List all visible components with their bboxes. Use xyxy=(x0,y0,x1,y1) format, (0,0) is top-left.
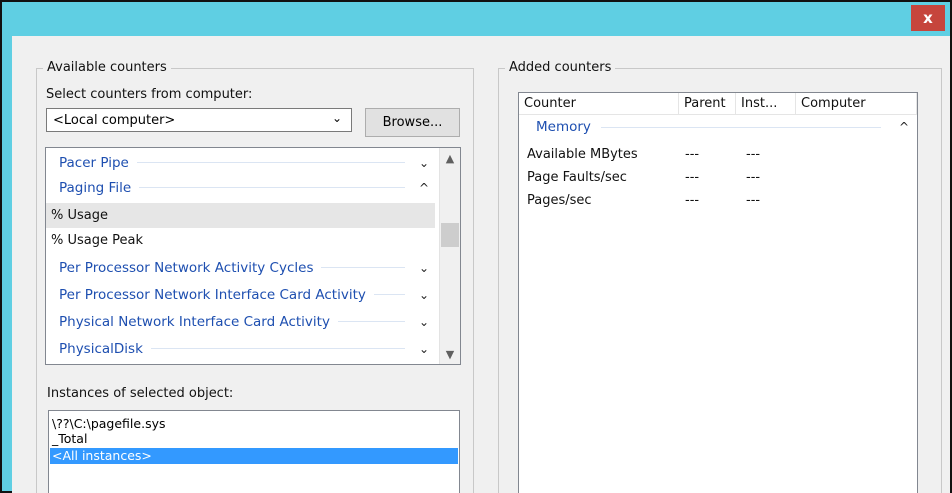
added-counter-instance: --- xyxy=(746,193,761,208)
counter-category-label: Pacer Pipe xyxy=(59,154,129,171)
chevron-down-icon[interactable]: ⌄ xyxy=(413,315,435,329)
counter-item-usage[interactable]: % Usage xyxy=(46,203,435,228)
counter-category-label: PhysicalDisk xyxy=(59,340,143,357)
dialog-client-area: Available counters Select counters from … xyxy=(12,36,950,493)
chevron-down-icon[interactable]: ⌄ xyxy=(413,156,435,170)
added-counter-parent: --- xyxy=(685,170,700,185)
close-button[interactable]: x xyxy=(911,5,945,31)
category-divider xyxy=(373,294,405,295)
added-category-memory[interactable]: Memory ^ xyxy=(519,115,917,139)
title-bar[interactable]: x xyxy=(2,2,950,36)
column-header-parent[interactable]: Parent xyxy=(679,93,736,115)
category-divider xyxy=(321,267,405,268)
added-category-label: Memory xyxy=(536,119,591,135)
chevron-up-icon[interactable]: ^ xyxy=(891,120,917,134)
column-header-computer[interactable]: Computer xyxy=(796,93,917,115)
column-header-instance[interactable]: Inst... xyxy=(736,93,796,115)
instances-label: Instances of selected object: xyxy=(47,386,234,401)
added-counter-instance: --- xyxy=(746,170,761,185)
added-counter-parent: --- xyxy=(685,147,700,162)
added-counters-header: Counter Parent Inst... Computer xyxy=(519,93,917,115)
scrollbar-thumb[interactable] xyxy=(441,223,459,247)
counter-category-per-processor-nic-activity[interactable]: Per Processor Network Interface Card Act… xyxy=(46,282,435,307)
available-counters-list[interactable]: Pacer Pipe ⌄ Paging File ^ % Usage % Usa… xyxy=(45,147,461,365)
select-computer-label: Select counters from computer: xyxy=(46,87,253,102)
browse-button[interactable]: Browse... xyxy=(365,108,460,137)
category-divider xyxy=(600,126,881,128)
chevron-down-icon[interactable]: ⌄ xyxy=(413,288,435,302)
counter-item-label: % Usage xyxy=(51,208,108,223)
counter-category-physicaldisk[interactable]: PhysicalDisk ⌄ xyxy=(46,336,435,361)
chevron-down-icon[interactable]: ⌄ xyxy=(413,261,435,275)
computer-dropdown-value: <Local computer> xyxy=(53,112,176,128)
added-counter-parent: --- xyxy=(685,193,700,208)
category-divider xyxy=(337,321,405,322)
instance-item[interactable]: _Total xyxy=(50,431,458,447)
added-counter-instance: --- xyxy=(746,147,761,162)
added-counter-row[interactable]: Available MBytes --- --- xyxy=(519,143,917,167)
instance-item[interactable]: \??\C:\pagefile.sys xyxy=(50,416,458,432)
chevron-down-icon[interactable]: ⌄ xyxy=(413,342,435,356)
counter-category-label: Per Processor Network Activity Cycles xyxy=(59,259,314,276)
computer-dropdown[interactable]: <Local computer> ⌄ xyxy=(46,108,352,132)
scroll-up-arrow-icon[interactable]: ▲ xyxy=(440,148,460,168)
category-divider xyxy=(136,162,405,163)
instance-item-selected[interactable]: <All instances> xyxy=(50,448,458,464)
added-counter-name: Pages/sec xyxy=(527,193,592,208)
added-counters-title: Added counters xyxy=(505,60,616,75)
counter-item-usage-peak[interactable]: % Usage Peak xyxy=(46,228,435,253)
counter-category-label: Per Processor Network Interface Card Act… xyxy=(59,286,366,303)
counter-item-label: % Usage Peak xyxy=(51,233,143,248)
category-divider xyxy=(139,187,405,188)
added-counter-name: Available MBytes xyxy=(527,147,638,162)
scroll-down-arrow-icon[interactable]: ▼ xyxy=(440,344,460,364)
dialog-window: x Available counters Select counters fro… xyxy=(0,0,952,493)
added-counter-row[interactable]: Pages/sec --- --- xyxy=(519,189,917,213)
instances-list[interactable]: \??\C:\pagefile.sys _Total <All instance… xyxy=(48,410,460,493)
chevron-up-icon[interactable]: ^ xyxy=(413,181,435,195)
counter-list-scrollbar[interactable]: ▲ ▼ xyxy=(439,148,460,364)
counter-category-physical-nic-activity[interactable]: Physical Network Interface Card Activity… xyxy=(46,309,435,334)
counter-category-label: Physical Network Interface Card Activity xyxy=(59,313,330,330)
added-counter-name: Page Faults/sec xyxy=(527,170,627,185)
added-counters-list[interactable]: Counter Parent Inst... Computer Memory ^… xyxy=(518,92,918,493)
category-divider xyxy=(150,348,405,349)
added-counter-row[interactable]: Page Faults/sec --- --- xyxy=(519,166,917,190)
counter-category-label: Paging File xyxy=(59,179,132,196)
chevron-down-icon: ⌄ xyxy=(331,111,342,125)
available-counters-title: Available counters xyxy=(43,60,171,75)
column-header-counter[interactable]: Counter xyxy=(519,93,679,115)
counter-category-per-processor-activity-cycles[interactable]: Per Processor Network Activity Cycles ⌄ xyxy=(46,255,435,280)
counter-category-paging-file[interactable]: Paging File ^ xyxy=(46,175,435,200)
counter-category-pacer-pipe[interactable]: Pacer Pipe ⌄ xyxy=(46,150,435,175)
